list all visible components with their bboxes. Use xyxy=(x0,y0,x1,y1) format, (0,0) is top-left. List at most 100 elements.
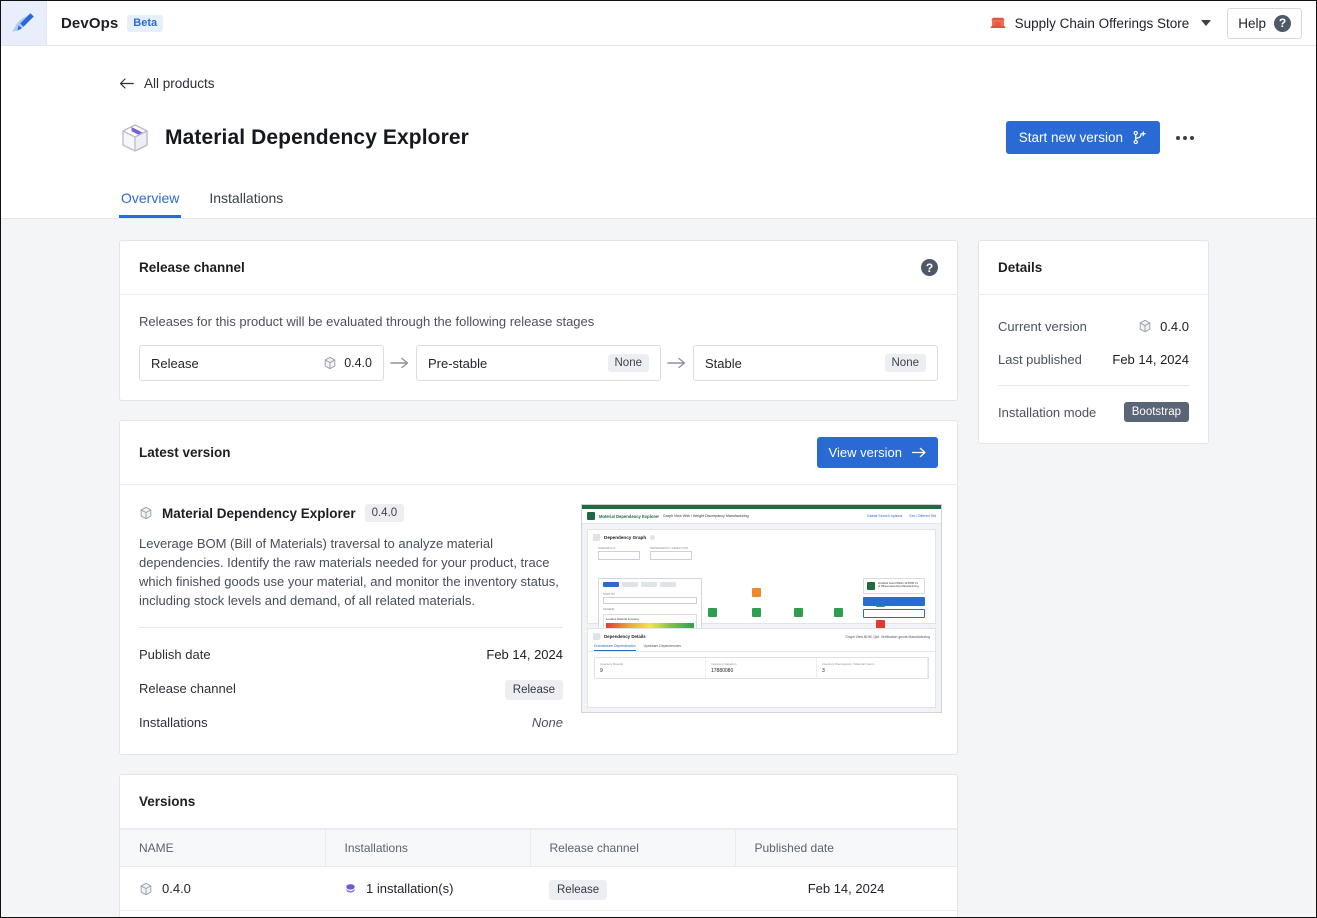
publish-date-row: Publish date Feb 14, 2024 xyxy=(139,641,563,667)
stage-release[interactable]: Release 0.4.0 xyxy=(139,345,384,381)
version-name: 0.4.0 xyxy=(162,881,191,896)
installation-mode-row: Installation mode Bootstrap xyxy=(998,400,1189,424)
thumb-details-row: Inventory Results 9 Inventory Valuation … xyxy=(594,657,929,679)
installation-icon xyxy=(344,882,357,895)
thumb-link-2: Set / Offered Set xyxy=(909,514,936,518)
thumb-field-label: DEPENDENCY DIRECTION xyxy=(650,546,692,550)
table-row[interactable]: 0.4.0 xyxy=(120,867,957,911)
details-body: Current version 0.4.0 xyxy=(979,295,1208,443)
help-label: Help xyxy=(1238,16,1266,31)
branch-plus-icon xyxy=(1132,130,1147,145)
cell-published-date: Feb 14, 2024 xyxy=(735,867,957,911)
cell-installations: 1 installation(s) xyxy=(325,867,530,911)
latest-version-description: Leverage BOM (Bill of Materials) travers… xyxy=(139,534,563,610)
cube-icon xyxy=(139,882,153,896)
thumb-details-header: Dependency Details Graph View BOM, Qtd. … xyxy=(588,629,935,644)
release-channel-description: Releases for this product will be evalua… xyxy=(139,314,938,329)
latest-version-card: Latest version View version xyxy=(119,420,958,755)
status-badge: Release xyxy=(505,680,563,700)
latest-version-name-row: Material Dependency Explorer 0.4.0 xyxy=(139,504,563,522)
column-published-date: Published date xyxy=(735,830,957,867)
start-new-version-button[interactable]: Start new version xyxy=(1006,121,1160,154)
thumb-detail-label: Inventory Results xyxy=(600,662,700,666)
cell-release-channel: Release xyxy=(530,911,735,918)
thumb-side-card: Finished Good Within 12 BOM LV of Wheel … xyxy=(863,578,925,594)
stage-none-tag: None xyxy=(608,354,650,372)
thumb-details-tab-1: Downstream Dependencies xyxy=(594,644,636,651)
details-title: Details xyxy=(998,260,1042,275)
current-version-value: 0.4.0 xyxy=(1138,319,1189,334)
store-selector[interactable]: Supply Chain Offerings Store xyxy=(989,14,1212,32)
thumb-side-card-icon xyxy=(867,582,875,590)
release-channel-card: Release channel ? Releases for this prod… xyxy=(119,240,958,401)
stage-arrow xyxy=(384,357,416,369)
tab-overview[interactable]: Overview xyxy=(119,184,181,218)
thumb-detail-cell: Inventory Valuation 17880080 xyxy=(706,658,817,678)
question-circle-icon[interactable]: ? xyxy=(921,259,938,276)
main-column: Release channel ? Releases for this prod… xyxy=(119,240,958,918)
package-cube-icon xyxy=(119,122,151,154)
table-row[interactable]: 0.3.0 xyxy=(120,911,957,918)
status-badge: Release xyxy=(549,880,607,900)
devops-logo[interactable] xyxy=(1,1,47,45)
stage-stable[interactable]: Stable None xyxy=(693,345,938,381)
thumb-panel-icon xyxy=(593,534,600,541)
arrow-right-icon xyxy=(667,357,687,369)
versions-header-row: NAME Installations Release channel Publi… xyxy=(120,830,957,867)
thumb-app-bar: Material Dependency Explorer Graph View … xyxy=(582,509,941,524)
brand-name: DevOps xyxy=(61,15,118,32)
stage-arrow xyxy=(661,357,693,369)
tab-installations[interactable]: Installations xyxy=(207,184,285,218)
latest-version-product-name: Material Dependency Explorer xyxy=(162,506,356,521)
thumb-side-card-title: Finished Good Within 12 BOM LV of Wheel … xyxy=(878,582,921,590)
version-screenshot-thumbnail[interactable]: Material Dependency Explorer Graph View … xyxy=(581,504,942,713)
installation-mode-value: Bootstrap xyxy=(1124,402,1189,422)
beta-badge: Beta xyxy=(127,15,163,32)
help-button[interactable]: Help ? xyxy=(1227,8,1302,39)
release-channel-header: Release channel ? xyxy=(120,241,957,295)
thumb-field-label: HIERARCHY xyxy=(598,546,640,550)
release-channel-row: Release channel Release xyxy=(139,675,563,701)
view-version-button[interactable]: View version xyxy=(817,437,938,468)
thumb-details-right: Graph View BOM, Qtd. Verification goods … xyxy=(845,635,930,639)
thumb-legend-label: LEGEND xyxy=(599,605,701,611)
thumb-graph-header: Dependency Graph xyxy=(588,530,935,545)
details-header: Details xyxy=(979,241,1208,295)
thumb-graph-panel: Dependency Graph HIERARCHY DEPENDE xyxy=(587,529,936,624)
stage-value: 0.4.0 xyxy=(323,356,372,370)
release-stages: Release 0.4.0 xyxy=(139,345,938,381)
installations-row: Installations None xyxy=(139,709,563,735)
versions-table: NAME Installations Release channel Publi… xyxy=(120,829,957,918)
more-horizontal-icon[interactable] xyxy=(1170,128,1200,148)
graph-node xyxy=(708,608,717,617)
thumb-details-tab-2: Upstream Dependencies xyxy=(644,644,681,651)
stage-value: None xyxy=(885,354,927,372)
last-published-row: Last published Feb 14, 2024 xyxy=(998,347,1189,371)
thumb-sort-select xyxy=(603,597,697,604)
cell-published-date: Dec 13, 2023 xyxy=(735,911,957,918)
brand: DevOps Beta xyxy=(47,1,163,45)
cell-name: 0.4.0 xyxy=(120,867,325,911)
breadcrumb[interactable]: All products xyxy=(119,76,215,91)
app-bar-actions: Supply Chain Offerings Store Help ? xyxy=(989,1,1316,45)
thumb-gear-icon xyxy=(650,535,655,540)
thumb-field-hierarchy: HIERARCHY xyxy=(598,546,640,560)
versions-table-head: NAME Installations Release channel Publi… xyxy=(120,830,957,867)
release-channel-title: Release channel xyxy=(139,260,245,275)
stage-none-tag: None xyxy=(885,354,927,372)
thumb-sort-label: SORT BY xyxy=(599,590,701,596)
cube-icon xyxy=(323,356,337,370)
thumb-top-links: Global Search options Set / Offered Set xyxy=(867,514,936,518)
current-version-number: 0.4.0 xyxy=(1160,319,1189,334)
cube-icon xyxy=(139,506,153,520)
breadcrumb-label: All products xyxy=(144,76,215,91)
thumb-details-icon xyxy=(593,633,600,640)
installations-label: Installations xyxy=(139,715,208,730)
stage-pre-stable[interactable]: Pre-stable None xyxy=(416,345,661,381)
view-version-label: View version xyxy=(829,445,902,460)
publish-date-value: Feb 14, 2024 xyxy=(486,647,563,662)
graph-node xyxy=(794,608,803,617)
versions-header: Versions xyxy=(120,775,957,829)
thumb-graph-canvas xyxy=(708,582,857,601)
latest-version-title: Latest version xyxy=(139,445,231,460)
